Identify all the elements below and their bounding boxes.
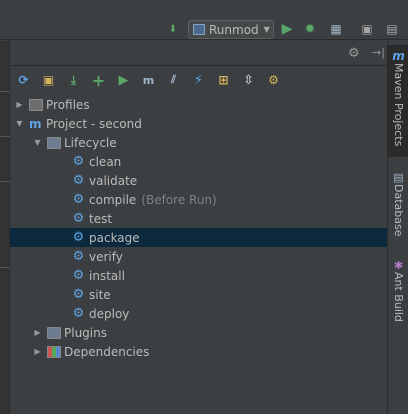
tree-item-lifecycle[interactable]: ▼ Lifecycle: [10, 133, 387, 152]
goal-gear-icon: ⚙: [72, 306, 85, 321]
run-config-label: Runmod: [209, 22, 259, 37]
dependencies-icon: [47, 345, 61, 358]
run-config-icon: [193, 24, 205, 35]
project-structure-icon[interactable]: ▣: [359, 21, 375, 37]
expand-arrow-icon[interactable]: ▶: [14, 99, 25, 110]
show-dependencies-icon[interactable]: ⊞: [214, 71, 233, 90]
maven-projects-tree: ▶ Profiles ▼ m Project - second ▼ Lifecy…: [10, 95, 387, 414]
plugins-folder-icon: [47, 326, 61, 339]
tree-item-profiles[interactable]: ▶ Profiles: [10, 95, 387, 114]
download-icon[interactable]: ⤓: [64, 71, 83, 90]
maven-icon: m: [392, 49, 405, 63]
debug-icon[interactable]: ✹: [302, 21, 318, 37]
tree-item-plugins[interactable]: ▶ Plugins: [10, 323, 387, 342]
settings-icon[interactable]: ⚙: [264, 71, 283, 90]
goal-gear-icon: ⚙: [72, 230, 85, 245]
chevron-down-icon: ▼: [263, 25, 270, 34]
goal-suffix: (Before Run): [141, 192, 217, 207]
goal-test[interactable]: ⚙ test: [10, 209, 387, 228]
run-config-selector[interactable]: Runmod ▼: [188, 20, 274, 39]
hide-panel-icon[interactable]: →|: [372, 46, 385, 59]
goal-deploy[interactable]: ⚙ deploy: [10, 304, 387, 323]
goal-clean[interactable]: ⚙ clean: [10, 152, 387, 171]
execute-goal-icon[interactable]: m: [139, 71, 158, 90]
goal-gear-icon: ⚙: [72, 287, 85, 302]
collapse-arrow-icon[interactable]: ▼: [14, 118, 25, 129]
ant-icon: ✱: [393, 259, 404, 272]
maven-module-icon: m: [29, 116, 42, 131]
build-icon[interactable]: ⬇: [165, 21, 181, 37]
skip-tests-icon[interactable]: ⚡: [189, 71, 208, 90]
tree-item-project[interactable]: ▼ m Project - second: [10, 114, 387, 133]
goal-gear-icon: ⚙: [72, 211, 85, 226]
panel-header: ⚙ →|: [10, 41, 387, 66]
goal-gear-icon: ⚙: [72, 154, 85, 169]
goal-gear-icon: ⚙: [72, 173, 85, 188]
tab-ant-build[interactable]: ✱ Ant Build: [388, 259, 408, 329]
coverage-icon[interactable]: ▦: [328, 21, 344, 37]
run-build-icon[interactable]: ▶: [114, 71, 133, 90]
goal-gear-icon: ⚙: [72, 192, 85, 207]
goal-install[interactable]: ⚙ install: [10, 266, 387, 285]
sdk-icon[interactable]: ▤: [384, 21, 400, 37]
tree-item-dependencies[interactable]: ▶ Dependencies: [10, 342, 387, 361]
goal-gear-icon: ⚙: [72, 268, 85, 283]
gear-icon[interactable]: ⚙: [348, 46, 360, 61]
toggle-offline-icon[interactable]: ⫽: [164, 71, 183, 90]
reimport-icon[interactable]: ⟳: [14, 71, 33, 90]
editor-gutter: [0, 41, 10, 414]
goal-compile[interactable]: ⚙ compile (Before Run): [10, 190, 387, 209]
right-tool-strip: m Maven Projects ▤ Database ✱ Ant Build: [387, 41, 408, 414]
folder-icon: [29, 98, 43, 111]
collapse-arrow-icon[interactable]: ▼: [32, 137, 43, 148]
lifecycle-folder-icon: [47, 136, 61, 149]
tab-database[interactable]: ▤ Database: [388, 171, 408, 251]
goal-validate[interactable]: ⚙ validate: [10, 171, 387, 190]
tab-maven-projects[interactable]: m Maven Projects: [388, 45, 408, 157]
generate-sources-icon[interactable]: ▣: [39, 71, 58, 90]
run-icon[interactable]: ▶: [279, 21, 295, 37]
expand-arrow-icon[interactable]: ▶: [32, 346, 43, 357]
add-icon[interactable]: +: [89, 71, 108, 90]
goal-package[interactable]: ⚙ package: [10, 228, 387, 247]
goal-site[interactable]: ⚙ site: [10, 285, 387, 304]
goal-gear-icon: ⚙: [72, 249, 85, 264]
maven-toolbar: ⟳ ▣ ⤓ + ▶ m ⫽ ⚡ ⊞ ⇳ ⚙: [10, 67, 387, 93]
expand-arrow-icon[interactable]: ▶: [32, 327, 43, 338]
goal-verify[interactable]: ⚙ verify: [10, 247, 387, 266]
main-toolbar: ⬇ Runmod ▼ ▶ ✹ ▦ ▣ ▤: [0, 0, 408, 40]
collapse-all-icon[interactable]: ⇳: [239, 71, 258, 90]
database-icon: ▤: [393, 171, 404, 184]
